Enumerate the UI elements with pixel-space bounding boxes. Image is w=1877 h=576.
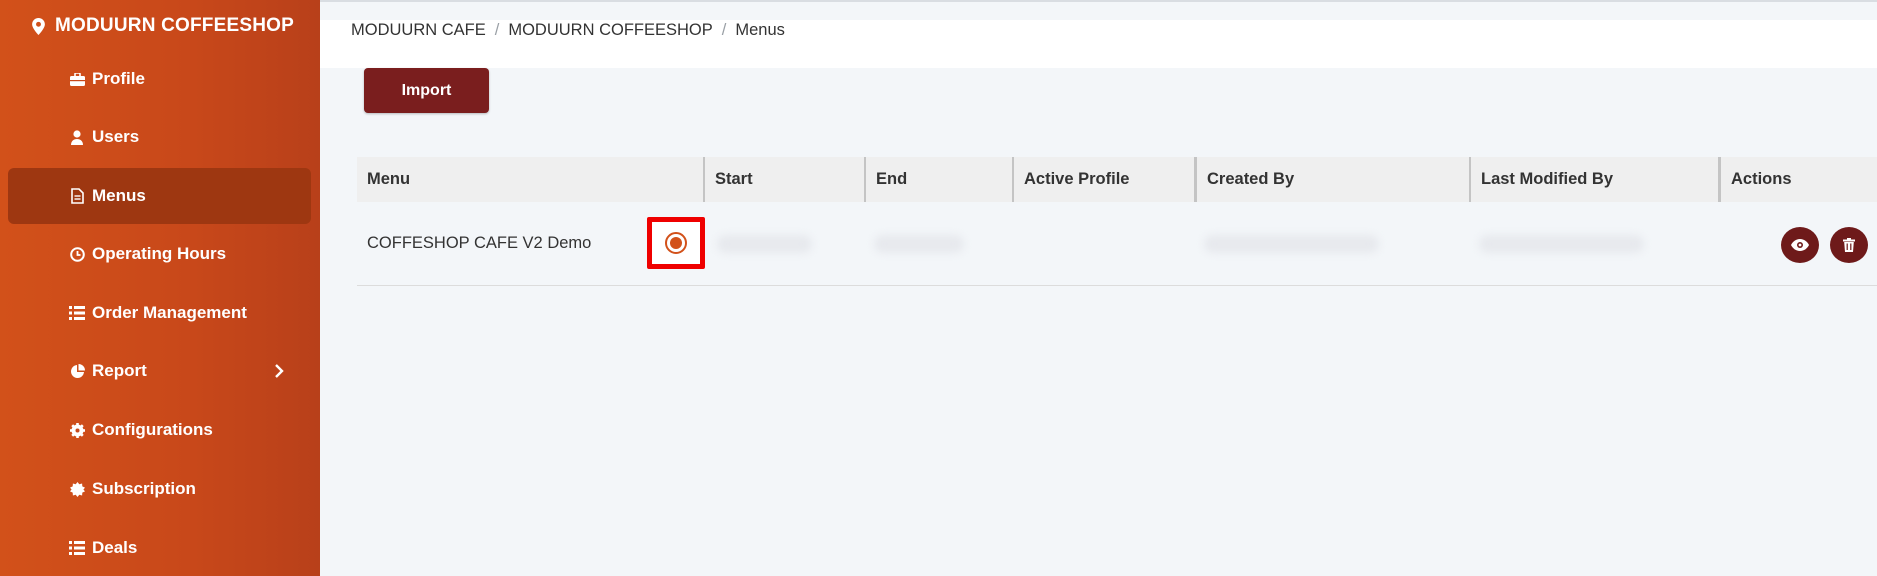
sidebar-item-label: Report <box>92 361 147 380</box>
brand-name: MODUURN COFFEESHOP <box>55 15 294 36</box>
user-icon <box>69 129 85 145</box>
delete-button[interactable] <box>1830 227 1868 263</box>
breadcrumb-separator: / <box>721 21 727 39</box>
redacted-value <box>1204 234 1379 253</box>
start-cell <box>707 202 867 285</box>
list-icon <box>69 540 85 556</box>
created-by-cell <box>1194 202 1469 285</box>
breadcrumb-item-menus: Menus <box>735 21 785 39</box>
sidebar-item-menus[interactable]: Menus <box>8 168 311 224</box>
column-header-start[interactable]: Start <box>703 157 864 202</box>
column-header-actions: Actions <box>1718 157 1877 202</box>
sidebar-item-profile[interactable]: Profile <box>8 51 311 107</box>
chevron-right-icon[interactable] <box>271 363 287 379</box>
sidebar-item-operating-hours[interactable]: Operating Hours <box>8 226 311 282</box>
sidebar-item-order-management[interactable]: Order Management <box>8 285 311 341</box>
top-divider <box>320 0 1877 2</box>
column-header-created-by[interactable]: Created By <box>1194 157 1469 202</box>
end-cell <box>864 202 1012 285</box>
sidebar-item-subscription[interactable]: Subscription <box>8 461 311 517</box>
eye-icon <box>1791 239 1809 251</box>
pie-chart-icon <box>69 363 85 379</box>
active-profile-radio[interactable] <box>665 232 687 254</box>
sidebar-item-deals[interactable]: Deals <box>8 520 311 576</box>
trash-icon <box>1843 238 1855 252</box>
document-icon <box>69 188 85 204</box>
sidebar-item-label: Subscription <box>92 479 196 498</box>
column-header-end[interactable]: End <box>864 157 1012 202</box>
brand[interactable]: MODUURN COFFEESHOP <box>32 14 294 38</box>
redacted-value <box>1479 234 1644 253</box>
sidebar-item-label: Users <box>92 127 140 146</box>
badge-icon <box>69 481 85 497</box>
column-header-active-profile[interactable]: Active Profile <box>1012 157 1194 202</box>
last-modified-by-cell <box>1469 202 1718 285</box>
clock-icon <box>69 246 85 262</box>
column-header-last-modified-by[interactable]: Last Modified By <box>1469 157 1718 202</box>
sidebar-item-label: Deals <box>92 538 138 557</box>
active-profile-highlight <box>647 217 705 269</box>
menus-table: Menu Start End Active Profile Created By… <box>357 157 1877 286</box>
redacted-value <box>717 234 812 253</box>
sidebar-item-label: Order Management <box>92 303 247 322</box>
gear-icon <box>69 422 85 438</box>
breadcrumb-item-cafe[interactable]: MODUURN CAFE <box>351 21 486 40</box>
view-button[interactable] <box>1781 227 1819 263</box>
sidebar-item-configurations[interactable]: Configurations <box>8 402 311 458</box>
column-header-menu[interactable]: Menu <box>357 157 703 202</box>
sidebar-item-report[interactable]: Report <box>8 343 311 399</box>
sidebar: MODUURN COFFEESHOP Profile Users Menus O… <box>0 0 320 576</box>
breadcrumb: MODUURN CAFE / MODUURN COFFEESHOP / Menu… <box>351 21 785 40</box>
sidebar-item-label: Configurations <box>92 420 213 439</box>
table-header: Menu Start End Active Profile Created By… <box>357 157 1877 202</box>
sidebar-item-label: Menus <box>92 186 146 205</box>
sidebar-item-users[interactable]: Users <box>8 109 311 165</box>
briefcase-icon <box>69 71 85 87</box>
radio-selected-dot <box>670 237 682 249</box>
breadcrumb-separator: / <box>494 21 500 39</box>
breadcrumb-item-coffeeshop[interactable]: MODUURN COFFEESHOP <box>508 21 712 40</box>
sidebar-item-label: Profile <box>92 69 145 88</box>
list-icon <box>69 305 85 321</box>
redacted-value <box>874 234 964 253</box>
table-row[interactable]: COFFESHOP CAFE V2 Demo <box>357 202 1877 286</box>
sidebar-item-label: Operating Hours <box>92 244 227 263</box>
import-button[interactable]: Import <box>364 68 489 113</box>
map-pin-icon <box>32 17 45 35</box>
